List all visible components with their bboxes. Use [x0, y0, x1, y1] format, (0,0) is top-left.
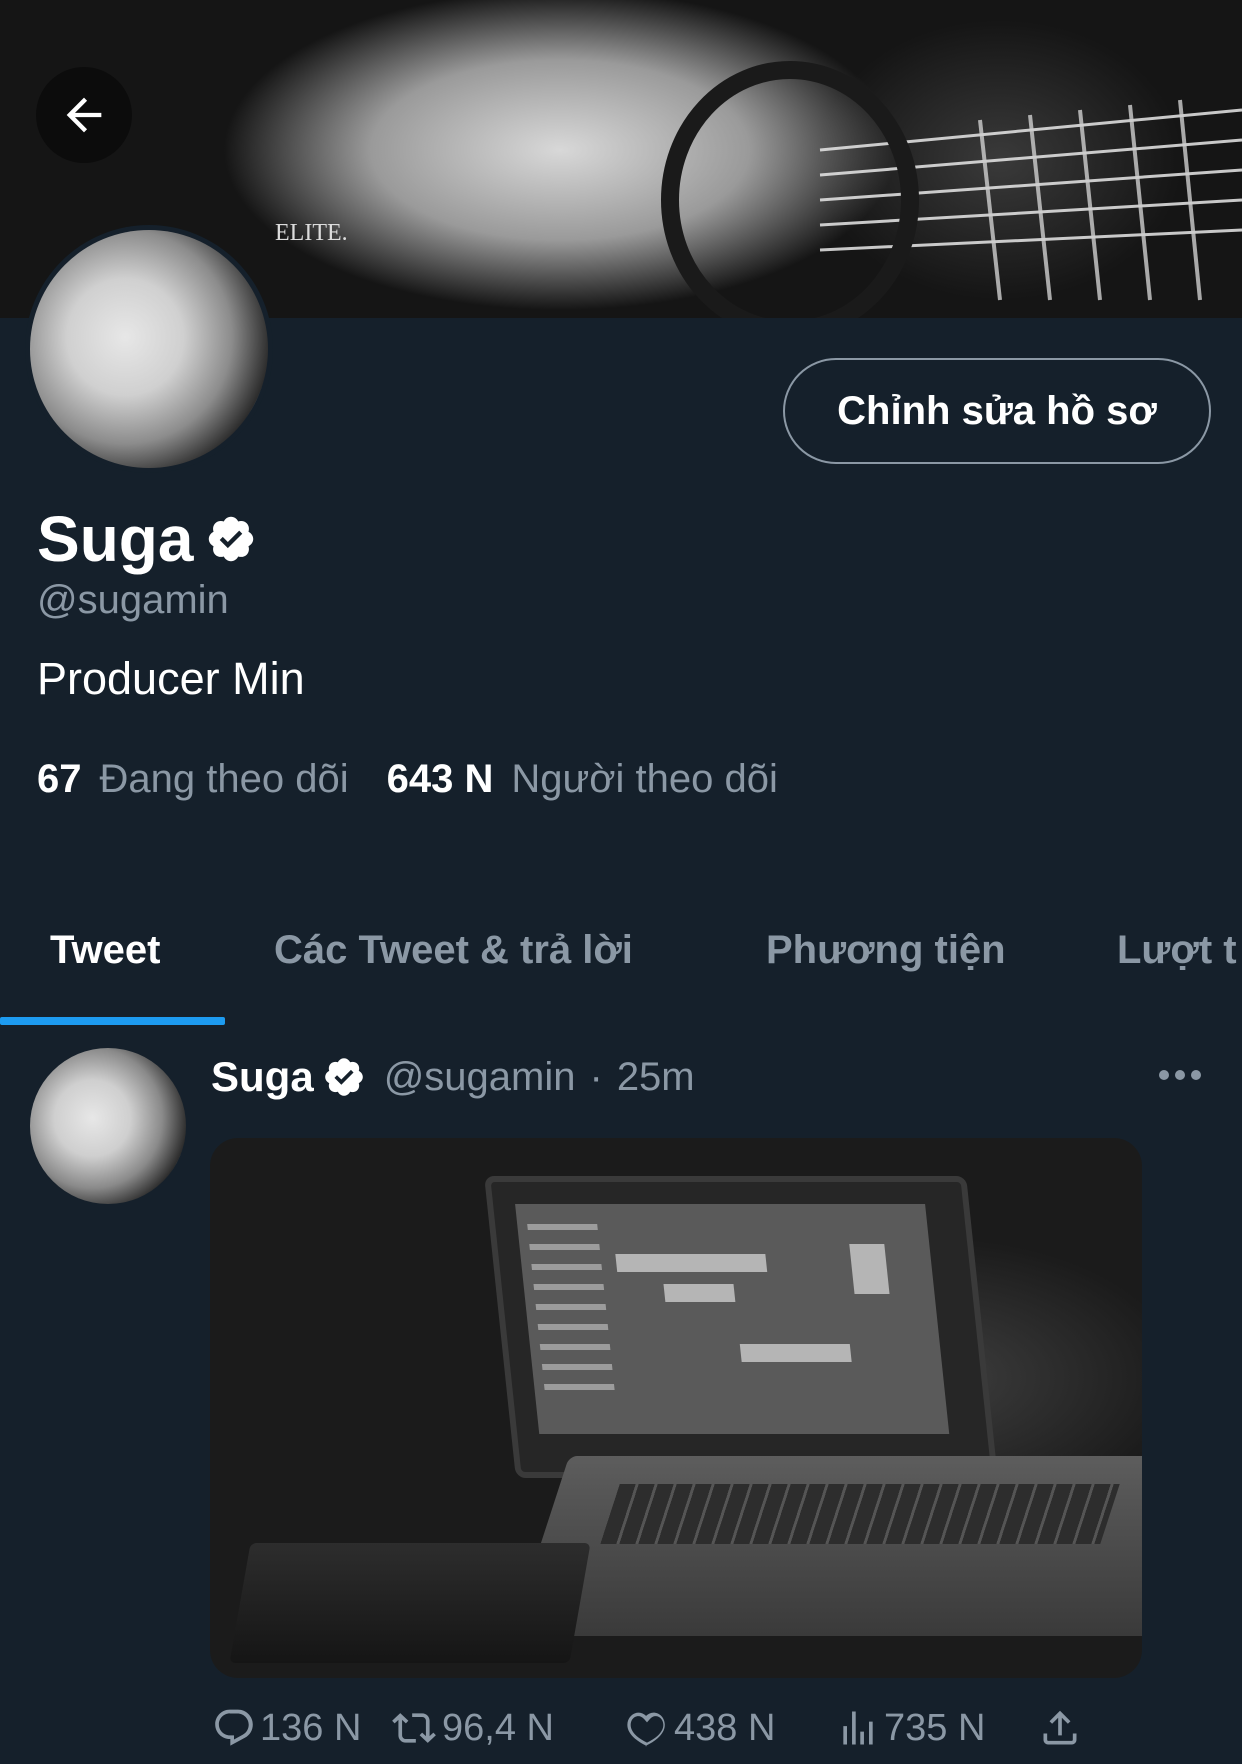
- tab-tweets[interactable]: Tweet: [50, 928, 160, 973]
- active-tab-indicator: [0, 1017, 225, 1025]
- retweet-count: 96,4 N: [442, 1706, 554, 1749]
- laptop-screen-graphic: [484, 1176, 998, 1478]
- edit-profile-button[interactable]: Chỉnh sửa hồ sơ: [783, 358, 1211, 464]
- tweet-actions: 136 N 96,4 N 438 N 735 N: [212, 1706, 1112, 1752]
- reply-count: 136 N: [260, 1706, 362, 1749]
- views-action[interactable]: 735 N: [836, 1706, 985, 1750]
- tab-media[interactable]: Phương tiện: [766, 928, 1006, 973]
- tweet-timestamp[interactable]: 25m: [617, 1055, 695, 1100]
- verified-badge-icon[interactable]: [322, 1055, 366, 1099]
- laptop-keyboard-graphic: [600, 1484, 1120, 1544]
- tweet-header: Suga @sugamin · 25m: [211, 1053, 695, 1101]
- like-action[interactable]: 438 N: [624, 1706, 775, 1750]
- guitar-pedals-graphic: [229, 1543, 591, 1663]
- heart-icon: [627, 1712, 665, 1747]
- following-label[interactable]: Đang theo dõi: [100, 757, 349, 802]
- tweet-avatar[interactable]: [30, 1048, 186, 1204]
- followers-count[interactable]: 643 N: [387, 757, 494, 802]
- profile-bio: Producer Min: [37, 653, 305, 704]
- avatar-image: [30, 230, 268, 468]
- share-action[interactable]: [1038, 1706, 1086, 1750]
- banner-watermark: ELITE.: [275, 220, 348, 246]
- verified-badge-icon[interactable]: [205, 513, 257, 565]
- retweet-icon: [392, 1713, 436, 1743]
- retweet-action[interactable]: 96,4 N: [390, 1706, 554, 1750]
- more-horizontal-icon[interactable]: [1157, 1060, 1203, 1090]
- profile-name-row: Suga: [37, 503, 257, 575]
- profile-avatar[interactable]: [25, 225, 273, 473]
- profile-display-name: Suga: [37, 503, 194, 575]
- followers-label[interactable]: Người theo dõi: [511, 757, 777, 802]
- tab-tweets-replies[interactable]: Các Tweet & trả lời: [274, 928, 633, 973]
- profile-handle: @sugamin: [37, 578, 229, 622]
- profile-tabs: Tweet Các Tweet & trả lời Phương tiện Lư…: [0, 900, 1242, 1024]
- views-count: 735 N: [884, 1706, 986, 1749]
- arrow-left-icon: [66, 97, 102, 133]
- following-count[interactable]: 67: [37, 757, 82, 802]
- tweet-author-name[interactable]: Suga: [211, 1053, 314, 1101]
- like-count: 438 N: [674, 1706, 776, 1749]
- tweet-separator: ·: [589, 1054, 603, 1099]
- back-button[interactable]: [36, 67, 132, 163]
- tweet-media-image[interactable]: [210, 1138, 1142, 1678]
- views-icon: [843, 1711, 873, 1745]
- reply-icon: [215, 1709, 253, 1746]
- reply-action[interactable]: 136 N: [212, 1706, 361, 1750]
- tweet-author-handle[interactable]: @sugamin: [384, 1055, 576, 1100]
- share-icon: [1043, 1710, 1077, 1745]
- profile-stats: 67 Đang theo dõi 643 N Người theo dõi: [37, 757, 816, 802]
- laptop-base-graphic: [510, 1456, 1142, 1636]
- tab-likes[interactable]: Lượt t: [1117, 928, 1237, 973]
